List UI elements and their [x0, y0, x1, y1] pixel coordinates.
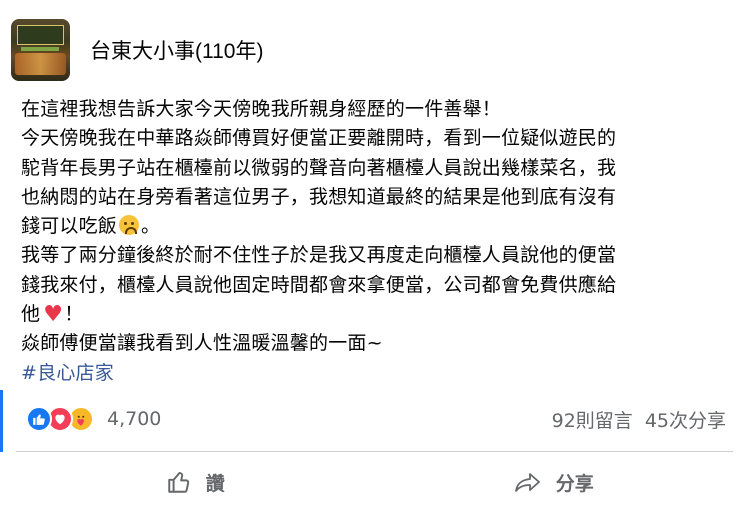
hashtag-link[interactable]: #良心店家 [21, 362, 114, 384]
post-line: 在這裡我想告訴大家今天傍晚我所親身經歷的一件善舉！ [21, 98, 502, 120]
page-name[interactable]: 台東大小事(110年) [90, 35, 263, 65]
focus-bar [0, 390, 3, 452]
post-line-with-emoji: 他！ [21, 300, 733, 329]
thumbs-up-icon [168, 472, 189, 493]
reaction-icons[interactable] [26, 406, 94, 432]
avatar-strip [21, 47, 59, 51]
comment-count[interactable]: 92則留言 [552, 406, 633, 433]
engagement-counts: 92則留言 45次分享 [552, 406, 726, 433]
avatar[interactable] [11, 19, 70, 81]
post-line: 也納悶的站在身旁看著這位男子，我想知道最終的結果是他到底有沒有 [21, 185, 617, 208]
like-button[interactable]: 讚 [16, 460, 375, 504]
post-line: 錢可以吃飯 [21, 215, 118, 238]
post-header: 台東大小事(110年) [11, 19, 263, 81]
share-label: 分享 [555, 472, 594, 495]
post-line: 他 [21, 303, 41, 326]
post-line: 駝背年長男子站在櫃檯前以微弱的聲音向著櫃檯人員說出幾樣菜名，我 [21, 156, 617, 179]
divider [16, 451, 733, 452]
post-line-with-emoji: 錢可以吃飯。 [21, 212, 733, 241]
post-line: 焱師傅便當讓我看到人性溫暖溫馨的一面~ [21, 332, 383, 355]
action-bar: 讚 分享 [16, 460, 733, 504]
share-arrow-icon [514, 473, 540, 492]
heart-emoji [42, 300, 63, 329]
post-line: 錢我來付，櫃檯人員說他固定時間都會來拿便當，公司都會免費供應給 [21, 273, 617, 296]
post-line: 。 [141, 215, 161, 238]
facebook-post: 台東大小事(110年) 在這裡我想告訴大家今天傍晚我所親身經歷的一件善舉！ 今天… [0, 0, 749, 522]
like-reaction-icon [26, 406, 52, 432]
sad-face-emoji [119, 215, 140, 236]
avatar-glow [15, 53, 66, 75]
post-hashtag-line: #良心店家 [21, 359, 733, 388]
like-label: 讚 [205, 472, 225, 495]
post-line: ！ [64, 303, 84, 326]
post-line: 我等了兩分鐘後終於耐不住性子於是我又再度走向櫃檯人員說他的便當 [21, 244, 617, 267]
reaction-count[interactable]: 4,700 [107, 408, 161, 430]
post-line: 今天傍晚我在中華路焱師傅買好便當正要離開時，看到一位疑似遊民的 [21, 127, 617, 150]
post-body: 在這裡我想告訴大家今天傍晚我所親身經歷的一件善舉！ 今天傍晚我在中華路焱師傅買好… [21, 95, 733, 388]
share-button[interactable]: 分享 [375, 460, 734, 504]
avatar-sign [17, 25, 64, 45]
share-count[interactable]: 45次分享 [645, 406, 726, 433]
reaction-stats: 4,700 92則留言 45次分享 [26, 404, 726, 434]
